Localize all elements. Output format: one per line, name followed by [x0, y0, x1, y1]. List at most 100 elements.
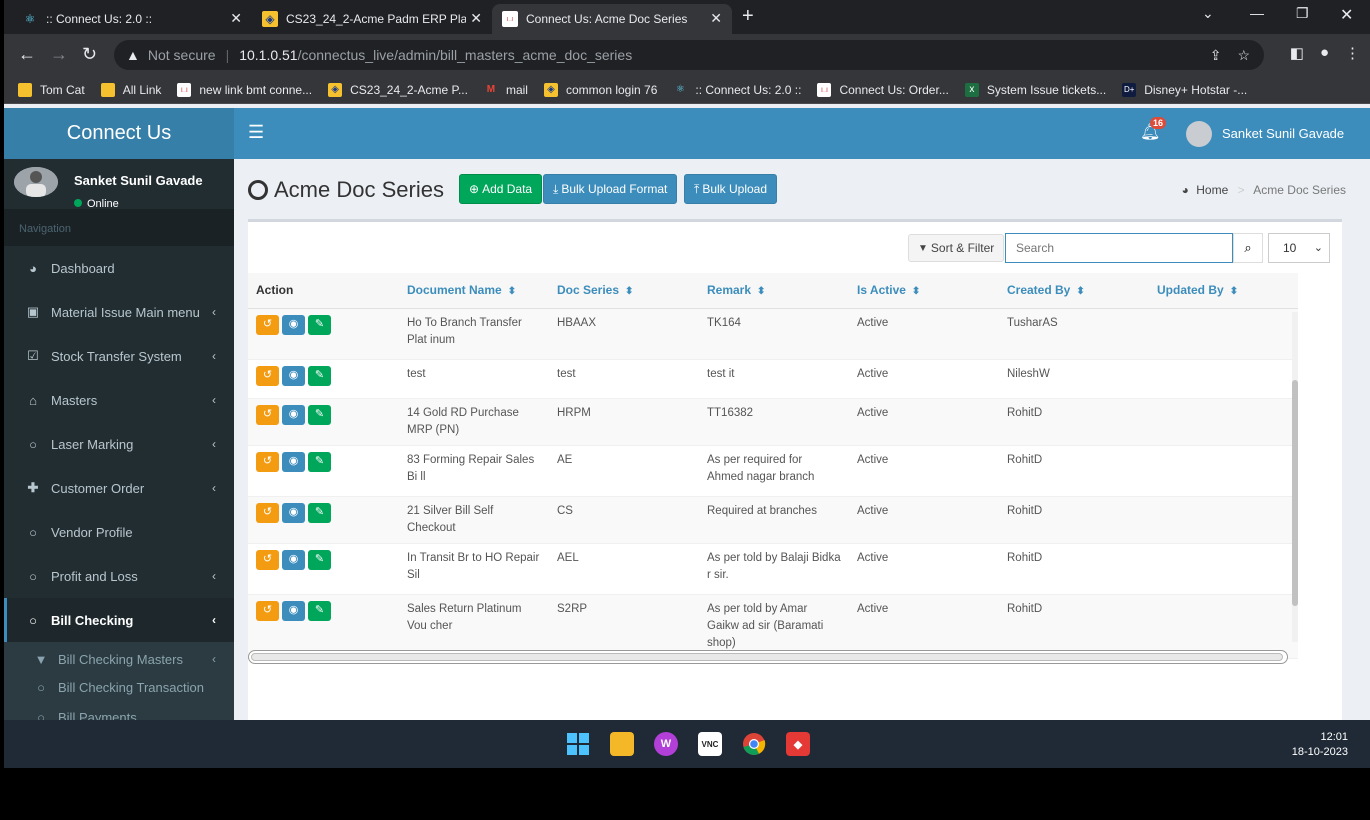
column-header-created-by[interactable]: Created By ⬍ [999, 273, 1149, 309]
hamburger-icon[interactable]: ☰ [248, 122, 264, 143]
bookmark-item[interactable]: Tom Cat [18, 82, 85, 97]
bulk-upload-format-button[interactable]: ⤓ Bulk Upload Format [543, 174, 678, 204]
page-size-select[interactable]: 10 ⌄ [1268, 233, 1330, 263]
bookmark-item[interactable]: x System Issue tickets... [964, 82, 1106, 97]
column-header-doc-series[interactable]: Doc Series ⬍ [549, 273, 699, 309]
sidebar-subitem-bill-payments[interactable]: ○ Bill Payments [4, 702, 234, 721]
bookmark-item[interactable]: ◈ CS23_24_2-Acme P... [328, 82, 468, 97]
profile-icon[interactable]: ● [1320, 44, 1329, 62]
chrome-icon[interactable] [742, 732, 766, 756]
column-header-updated-by[interactable]: Updated By ⬍ [1149, 273, 1298, 309]
top-user-name[interactable]: Sanket Sunil Gavade [1222, 126, 1344, 141]
view-button[interactable]: ◉ [282, 502, 305, 523]
view-button[interactable]: ◉ [282, 549, 305, 570]
sidebar-item-dashboard[interactable]: ◕ Dashboard [4, 246, 234, 290]
share-icon[interactable]: ⇪ [1210, 47, 1222, 64]
bookmark-item[interactable]: ப Connect Us: Order... [817, 82, 949, 97]
horizontal-scrollbar[interactable] [248, 650, 1288, 664]
vnc-viewer-icon[interactable]: VNC [698, 732, 722, 756]
tab-search-icon[interactable]: ⌄ [1202, 5, 1214, 22]
view-button[interactable]: ◉ [282, 451, 305, 472]
action-cell: ↺ ◉ ✎ [248, 543, 399, 595]
close-window-icon[interactable]: ✕ [1340, 5, 1353, 25]
table-row: ↺ ◉ ✎ test test test it Active NileshW [248, 359, 1298, 399]
close-tab-icon[interactable]: ✕ [470, 10, 482, 27]
sidebar-item-vendor-profile[interactable]: ○ Vendor Profile [4, 510, 234, 554]
eye-icon: ◉ [288, 553, 299, 565]
back-icon[interactable]: ← [18, 44, 36, 65]
sidebar-subitem-bill-checking-transaction[interactable]: ○ Bill Checking Transaction [4, 672, 234, 702]
history-button[interactable]: ↺ [256, 451, 279, 472]
browser-tab-3[interactable]: ப Connect Us: Acme Doc Series ✕ [492, 4, 732, 34]
bookmark-item[interactable]: ◈ common login 76 [543, 82, 657, 97]
minimize-icon[interactable]: — [1250, 5, 1264, 21]
edit-button[interactable]: ✎ [308, 314, 331, 335]
anydesk-icon[interactable]: ◆ [786, 732, 810, 756]
scroll-thumb[interactable] [1292, 380, 1298, 606]
app-logo[interactable]: Connect Us [4, 108, 234, 159]
file-explorer-icon[interactable] [610, 732, 634, 756]
search-button[interactable]: ⌕ [1233, 233, 1263, 263]
history-button[interactable]: ↺ [256, 404, 279, 425]
edit-button[interactable]: ✎ [308, 549, 331, 570]
bookmark-item[interactable]: D+ Disney+ Hotstar -... [1122, 82, 1247, 97]
bulk-upload-button[interactable]: ⤒ Bulk Upload [684, 174, 778, 204]
top-avatar[interactable] [1186, 121, 1212, 147]
new-tab-icon[interactable]: + [742, 5, 754, 28]
edit-button[interactable]: ✎ [308, 404, 331, 425]
sidebar-item-stock-transfer[interactable]: ☑ Stock Transfer System ‹ [4, 334, 234, 378]
cell-document-name: Ho To Branch Transfer Plat inum [399, 308, 549, 360]
sort-filter-button[interactable]: ▼ Sort & Filter [908, 234, 1005, 262]
sidebar-item-profit-loss[interactable]: ○ Profit and Loss ‹ [4, 554, 234, 598]
vertical-scrollbar[interactable] [1292, 312, 1298, 642]
history-button[interactable]: ↺ [256, 549, 279, 570]
sidebar-item-masters[interactable]: ⌂ Masters ‹ [4, 378, 234, 422]
circle-icon: ○ [29, 524, 37, 540]
restore-icon[interactable]: ❐ [1296, 5, 1309, 22]
wps-office-icon[interactable]: W [654, 732, 678, 756]
data-box: ▼Sort & Filter ⌕ 10⌄ Action Document Nam… [248, 219, 1342, 720]
sidebar-item-material-issue[interactable]: ▣ Material Issue Main menu ‹ [4, 290, 234, 334]
forward-icon[interactable]: → [50, 44, 68, 65]
column-header-document-name[interactable]: Document Name ⬍ [399, 273, 549, 309]
close-tab-icon[interactable]: ✕ [710, 10, 722, 27]
view-button[interactable]: ◉ [282, 314, 305, 335]
column-header-is-active[interactable]: Is Active ⬍ [849, 273, 999, 309]
edit-button[interactable]: ✎ [308, 451, 331, 472]
reload-icon[interactable]: ↻ [82, 44, 97, 65]
bookmark-item[interactable]: ப new link bmt conne... [177, 82, 312, 97]
history-button[interactable]: ↺ [256, 365, 279, 386]
menu-dots-icon[interactable]: ⋮ [1345, 44, 1360, 62]
top-navbar: ☰ 🔔︎ 16 Sanket Sunil Gavade [234, 108, 1370, 159]
close-tab-icon[interactable]: ✕ [230, 10, 242, 27]
column-header-remark[interactable]: Remark ⬍ [699, 273, 849, 309]
side-panel-icon[interactable]: ◧ [1290, 44, 1304, 62]
bookmark-item[interactable]: ⚛:: Connect Us: 2.0 :: [673, 83, 802, 97]
edit-button[interactable]: ✎ [308, 502, 331, 523]
bookmark-item[interactable]: Mmail [484, 83, 528, 97]
search-input[interactable] [1005, 233, 1233, 263]
breadcrumb-home[interactable]: Home [1196, 183, 1228, 197]
view-button[interactable]: ◉ [282, 600, 305, 621]
sidebar-item-bill-checking[interactable]: ○ Bill Checking ‹ [4, 598, 234, 642]
view-button[interactable]: ◉ [282, 365, 305, 386]
scroll-thumb[interactable] [251, 653, 1283, 661]
history-button[interactable]: ↺ [256, 314, 279, 335]
sidebar-subitem-bill-checking-masters[interactable]: ▼ Bill Checking Masters ‹ [4, 642, 234, 672]
history-icon: ↺ [262, 506, 273, 518]
browser-tab-2[interactable]: ◈ CS23_24_2-Acme Padm ERP Plat ✕ [252, 4, 492, 34]
edit-button[interactable]: ✎ [308, 365, 331, 386]
sidebar-item-customer-order[interactable]: ✚ Customer Order ‹ [4, 466, 234, 510]
history-button[interactable]: ↺ [256, 600, 279, 621]
history-button[interactable]: ↺ [256, 502, 279, 523]
system-clock[interactable]: 12:01 18-10-2023 [1292, 730, 1348, 760]
add-data-button[interactable]: ⊕ Add Data [459, 174, 543, 204]
url-field[interactable]: ▲ Not secure | 10.1.0.51 /connectus_live… [114, 40, 1264, 70]
view-button[interactable]: ◉ [282, 404, 305, 425]
bookmark-star-icon[interactable]: ☆ [1237, 47, 1250, 64]
windows-start-icon[interactable] [566, 732, 590, 756]
edit-button[interactable]: ✎ [308, 600, 331, 621]
sidebar-item-laser-marking[interactable]: ○ Laser Marking ‹ [4, 422, 234, 466]
bookmark-item[interactable]: All Link [100, 82, 161, 97]
browser-tab-1[interactable]: ⚛ :: Connect Us: 2.0 :: ✕ [12, 4, 252, 34]
